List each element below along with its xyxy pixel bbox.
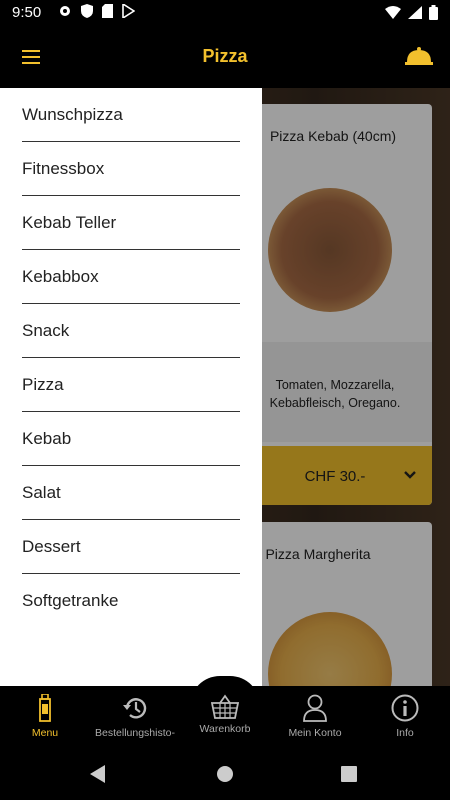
drawer-item-pizza[interactable]: Pizza [22, 358, 240, 412]
signal-icon [408, 6, 422, 19]
play-store-icon [122, 4, 135, 18]
nav-menu[interactable]: Menu [0, 686, 90, 748]
drawer-item-label: Salat [22, 483, 61, 502]
wifi-icon [385, 6, 401, 19]
nav-info[interactable]: Info [360, 686, 450, 748]
status-system-icons [385, 5, 438, 20]
nav-label: Mein Konto [288, 727, 342, 739]
drawer-item-dessert[interactable]: Dessert [22, 520, 240, 574]
app-bar: Pizza [0, 26, 450, 88]
bottle-icon [39, 694, 51, 722]
drawer-item-salat[interactable]: Salat [22, 466, 240, 520]
nav-label: Bestellungshisto- [95, 727, 175, 739]
nav-label: Warenkorb [199, 723, 251, 735]
drawer-item-kebab-teller[interactable]: Kebab Teller [22, 196, 240, 250]
navigation-drawer: Wunschpizza Fitnessbox Kebab Teller Keba… [0, 88, 262, 686]
cloche-icon[interactable] [405, 46, 433, 66]
drawer-item-label: Softgetranke [22, 591, 119, 610]
system-navigation-bar [0, 748, 450, 800]
drawer-item-label: Pizza [22, 375, 64, 394]
drawer-item-label: Snack [22, 321, 70, 340]
drawer-item-fitnessbox[interactable]: Fitnessbox [22, 142, 240, 196]
nav-label: Menu [31, 727, 59, 739]
drawer-item-label: Kebab [22, 429, 72, 448]
history-icon [123, 698, 147, 719]
bottom-navigation: Menu Bestellungshisto- Warenkorb Mein Ko… [0, 686, 450, 748]
drawer-item-label: Fitnessbox [22, 159, 105, 178]
status-notification-icons [58, 4, 135, 18]
drawer-item-wunschpizza[interactable]: Wunschpizza [22, 88, 240, 142]
nav-order-history[interactable]: Bestellungshisto- [90, 686, 180, 748]
basket-icon [211, 694, 239, 719]
recents-icon[interactable] [341, 766, 357, 782]
person-icon [303, 694, 327, 722]
drawer-item-label: Kebab Teller [22, 213, 117, 232]
home-icon[interactable] [217, 766, 233, 782]
sd-card-icon [102, 4, 113, 18]
nav-label: Info [396, 727, 414, 739]
shield-icon [81, 4, 93, 18]
info-icon [391, 694, 419, 722]
status-time: 9:50 [12, 4, 42, 21]
drawer-item-softgetranke[interactable]: Softgetranke [22, 574, 240, 628]
nav-basket[interactable]: Warenkorb [180, 686, 270, 748]
drawer-item-snack[interactable]: Snack [22, 304, 240, 358]
battery-icon [429, 5, 438, 20]
page-title: Pizza [202, 46, 248, 66]
drawer-item-label: Wunschpizza [22, 105, 123, 124]
drawer-item-label: Kebabbox [22, 267, 99, 286]
back-icon[interactable] [90, 765, 106, 783]
nav-my-account[interactable]: Mein Konto [270, 686, 360, 748]
drawer-item-kebabbox[interactable]: Kebabbox [22, 250, 240, 304]
status-bar: 9:50 [0, 0, 450, 26]
drawer-item-kebab[interactable]: Kebab [22, 412, 240, 466]
drawer-item-label: Dessert [22, 537, 81, 556]
gear-icon [60, 6, 70, 16]
